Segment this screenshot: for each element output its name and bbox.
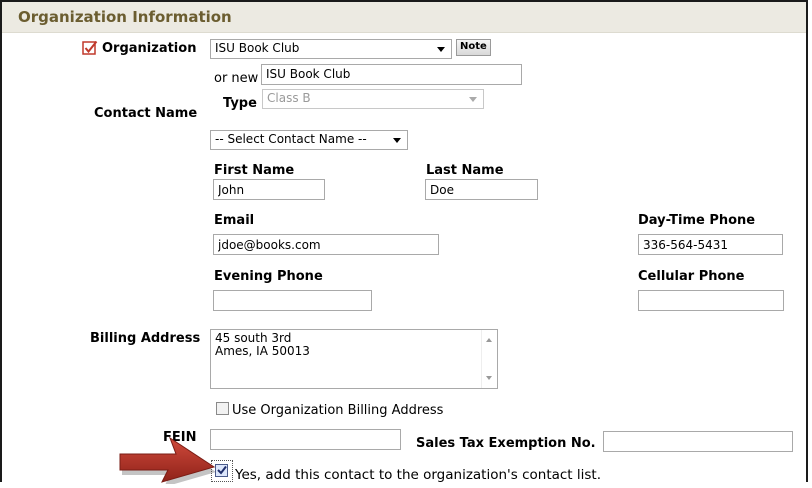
- type-select-value: Class B: [267, 91, 311, 105]
- last-name-input[interactable]: [425, 179, 538, 200]
- contact-name-label: Contact Name: [94, 106, 198, 121]
- evening-phone-label: Evening Phone: [214, 269, 323, 284]
- sales-tax-exemption-label: Sales Tax Exemption No.: [416, 436, 596, 451]
- organization-label: Organization: [102, 41, 197, 56]
- use-org-billing-checkbox[interactable]: [216, 402, 229, 415]
- day-phone-input[interactable]: [638, 234, 783, 255]
- sales-tax-exemption-input[interactable]: [603, 431, 793, 452]
- type-select[interactable]: Class B: [262, 89, 484, 109]
- textarea-scrollbar[interactable]: [481, 330, 497, 388]
- section-header: Organization Information: [2, 2, 806, 33]
- cell-phone-input[interactable]: [638, 290, 784, 311]
- chevron-down-icon: [393, 138, 401, 143]
- first-name-input[interactable]: [213, 179, 325, 200]
- scroll-down-icon: [486, 376, 492, 380]
- contact-name-select-value: -- Select Contact Name --: [215, 132, 367, 146]
- email-label: Email: [214, 213, 255, 228]
- billing-address-label: Billing Address: [90, 331, 201, 346]
- billing-line-2: Ames, IA 50013: [215, 344, 310, 358]
- evening-phone-input[interactable]: [213, 290, 372, 311]
- use-org-billing-label: Use Organization Billing Address: [232, 403, 444, 418]
- checkmark-icon: [217, 465, 227, 475]
- day-phone-label: Day-Time Phone: [638, 213, 756, 228]
- last-name-label: Last Name: [426, 163, 504, 178]
- chevron-down-icon: [469, 97, 477, 102]
- organization-select-value: ISU Book Club: [215, 41, 300, 55]
- billing-address-textarea[interactable]: 45 south 3rd Ames, IA 50013: [210, 329, 498, 389]
- pointer-arrow-icon: [118, 436, 218, 488]
- section-title: Organization Information: [18, 8, 232, 26]
- scroll-up-icon: [486, 338, 492, 342]
- organization-select[interactable]: ISU Book Club: [210, 39, 452, 59]
- chevron-down-icon: [437, 47, 445, 52]
- email-input[interactable]: [213, 234, 439, 255]
- new-organization-input[interactable]: [261, 64, 522, 85]
- contact-name-select[interactable]: -- Select Contact Name --: [210, 130, 408, 150]
- add-contact-label: Yes, add this contact to the organizatio…: [235, 467, 602, 483]
- required-check-icon: [82, 40, 98, 60]
- fein-input[interactable]: [210, 429, 401, 450]
- cell-phone-label: Cellular Phone: [638, 269, 745, 284]
- note-button[interactable]: Note: [456, 39, 491, 56]
- first-name-label: First Name: [214, 163, 295, 178]
- type-label: Type: [223, 96, 257, 111]
- or-new-label: or new: [214, 71, 259, 86]
